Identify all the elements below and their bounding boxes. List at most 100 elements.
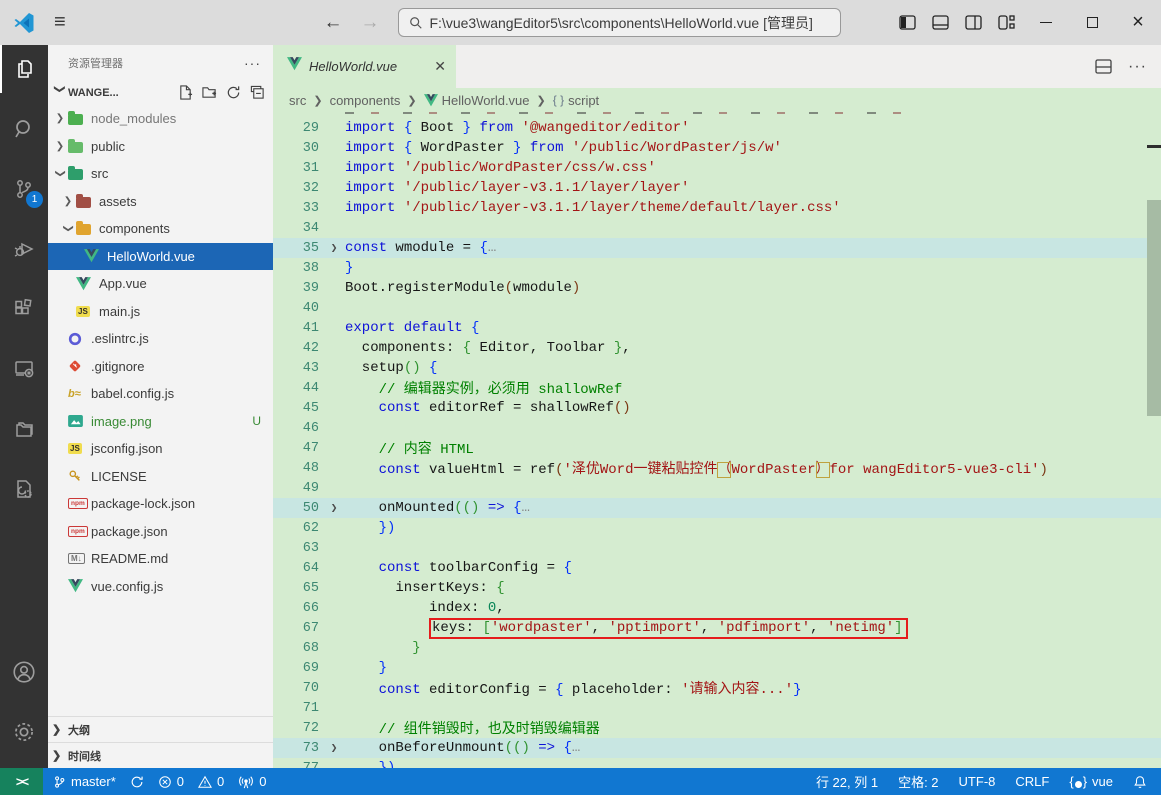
fold-chevron-icon[interactable]: ❯ [323,501,345,515]
status-CRLF[interactable]: CRLF [1015,774,1049,789]
code-editor[interactable]: 29import { Boot } from '@wangeditor/edit… [273,112,1161,768]
remote-indicator[interactable]: >< [0,768,43,795]
split-editor-icon[interactable] [1095,59,1112,74]
code-line-35[interactable]: 35❯const wmodule = {… [273,238,1161,258]
breadcrumb-item[interactable]: components [330,93,401,108]
maximize-button[interactable] [1069,0,1115,45]
code-line-42[interactable]: 42 components: { Editor, Toolbar }, [273,338,1161,358]
tree-item-src[interactable]: ❯src [48,160,273,188]
tree-item-public[interactable]: ❯public [48,133,273,161]
folders-view-icon[interactable] [0,405,48,453]
code-line-32[interactable]: 32import '/public/layer-v3.1.1/layer/lay… [273,178,1161,198]
chevron-right-icon[interactable]: ❯ [60,196,76,207]
code-line-38[interactable]: 38} [273,258,1161,278]
chevron-down-icon[interactable]: ❯ [55,166,66,182]
menu-icon[interactable]: ≡ [54,11,66,34]
code-line-72[interactable]: 72 // 组件销毁时，也及时销毁编辑器 [273,718,1161,738]
minimize-button[interactable] [1023,0,1069,45]
code-line-64[interactable]: 64 const toolbarConfig = { [273,558,1161,578]
tree-item-helloworld-vue[interactable]: HelloWorld.vue [48,243,273,271]
status-bell[interactable] [1133,775,1147,789]
chevron-down-icon[interactable]: ❯ [63,221,74,237]
tree-item--eslintrc-js[interactable]: .eslintrc.js [48,325,273,353]
status-ports[interactable]: 0 [238,774,266,789]
remote-explorer-icon[interactable] [0,345,48,393]
status-UTF-8[interactable]: UTF-8 [959,774,996,789]
code-line-65[interactable]: 65 insertKeys: { [273,578,1161,598]
tree-item-components[interactable]: ❯components [48,215,273,243]
fold-chevron-icon[interactable]: ❯ [323,241,345,255]
chevron-right-icon[interactable]: ❯ [52,141,68,152]
tree-item-node-modules[interactable]: ❯node_modules [48,105,273,133]
code-line-34[interactable]: 34 [273,218,1161,238]
toggle-panel-icon[interactable] [924,0,957,45]
code-line-67[interactable]: 67 keys: ['wordpaster', 'pptimport', 'pd… [273,618,1161,638]
chevron-right-icon[interactable]: ❯ [52,113,68,124]
collapse-all-icon[interactable] [250,85,265,100]
settings-gear-icon[interactable] [0,708,48,756]
workspace-section-header[interactable]: ❯ WANGE... [48,80,273,105]
views-more-actions-icon[interactable]: ··· [244,55,261,71]
new-folder-icon[interactable] [202,85,217,100]
code-line-73[interactable]: 73❯ onBeforeUnmount(() => {… [273,738,1161,758]
refresh-icon[interactable] [226,85,241,100]
code-line-43[interactable]: 43 setup() { [273,358,1161,378]
toggle-secondary-sidebar-icon[interactable] [957,0,990,45]
code-line-31[interactable]: 31import '/public/WordPaster/css/w.css' [273,158,1161,178]
extensions-icon[interactable] [0,285,48,333]
breadcrumb-item[interactable]: { }script [553,93,599,108]
forward-arrow-icon[interactable]: → [361,12,380,34]
code-line-70[interactable]: 70 const editorConfig = { placeholder: '… [273,678,1161,698]
tree-item-package-lock-json[interactable]: npmpackage-lock.json [48,490,273,518]
outline-panel-header[interactable]: ❯ 大纲 [48,716,273,742]
breadcrumb-item[interactable]: src [289,93,306,108]
editor-scrollbar[interactable] [1147,200,1161,416]
file-settings-icon[interactable] [0,465,48,513]
tree-item--gitignore[interactable]: .gitignore [48,353,273,381]
code-line-29[interactable]: 29import { Boot } from '@wangeditor/edit… [273,118,1161,138]
tree-item-jsconfig-json[interactable]: JSjsconfig.json [48,435,273,463]
status-空格-2[interactable]: 空格: 2 [898,772,938,791]
code-line-50[interactable]: 50❯ onMounted(() => {… [273,498,1161,518]
status-lang[interactable]: {}vue [1069,774,1113,789]
tree-item-license[interactable]: LICENSE [48,463,273,491]
status-branch[interactable]: master* [53,774,116,789]
back-arrow-icon[interactable]: ← [324,12,343,34]
code-line-49[interactable]: 49 [273,478,1161,498]
fold-chevron-icon[interactable]: ❯ [323,741,345,755]
tree-item-assets[interactable]: ❯assets [48,188,273,216]
code-line-44[interactable]: 44 // 编辑器实例，必须用 shallowRef [273,378,1161,398]
account-icon[interactable] [0,648,48,696]
tree-item-vue-config-js[interactable]: vue.config.js [48,573,273,601]
tree-item-main-js[interactable]: JSmain.js [48,298,273,326]
status-error[interactable]: 0 [158,774,184,789]
code-line-63[interactable]: 63 [273,538,1161,558]
tab-helloworld[interactable]: HelloWorld.vue ✕ [273,45,456,88]
code-line-46[interactable]: 46 [273,418,1161,438]
code-line-69[interactable]: 69 } [273,658,1161,678]
explorer-icon[interactable] [0,45,48,93]
search-view-icon[interactable] [0,105,48,153]
tree-item-package-json[interactable]: npmpackage.json [48,518,273,546]
code-line-45[interactable]: 45 const editorRef = shallowRef() [273,398,1161,418]
tree-item-app-vue[interactable]: App.vue [48,270,273,298]
code-line-47[interactable]: 47 // 内容 HTML [273,438,1161,458]
command-center-search[interactable]: F:\vue3\wangEditor5\src\components\Hello… [398,8,841,37]
code-line-30[interactable]: 30import { WordPaster } from '/public/Wo… [273,138,1161,158]
code-line-39[interactable]: 39Boot.registerModule(wmodule) [273,278,1161,298]
tree-item-readme-md[interactable]: M↓README.md [48,545,273,573]
run-debug-icon[interactable] [0,225,48,273]
status-sync[interactable] [130,775,144,789]
new-file-icon[interactable] [178,85,193,100]
toggle-primary-sidebar-icon[interactable] [891,0,924,45]
customize-layout-icon[interactable] [990,0,1023,45]
close-button[interactable]: × [1115,0,1161,45]
tab-close-icon[interactable]: ✕ [434,58,446,75]
code-line-62[interactable]: 62 }) [273,518,1161,538]
status-行-22-列-1[interactable]: 行 22, 列 1 [816,772,878,791]
tree-item-image-png[interactable]: image.pngU [48,408,273,436]
code-line-40[interactable]: 40 [273,298,1161,318]
status-warning[interactable]: 0 [198,774,224,789]
code-line-66[interactable]: 66 index: 0, [273,598,1161,618]
code-line-48[interactable]: 48 const valueHtml = ref('泽优Word一键粘贴控件（W… [273,458,1161,478]
